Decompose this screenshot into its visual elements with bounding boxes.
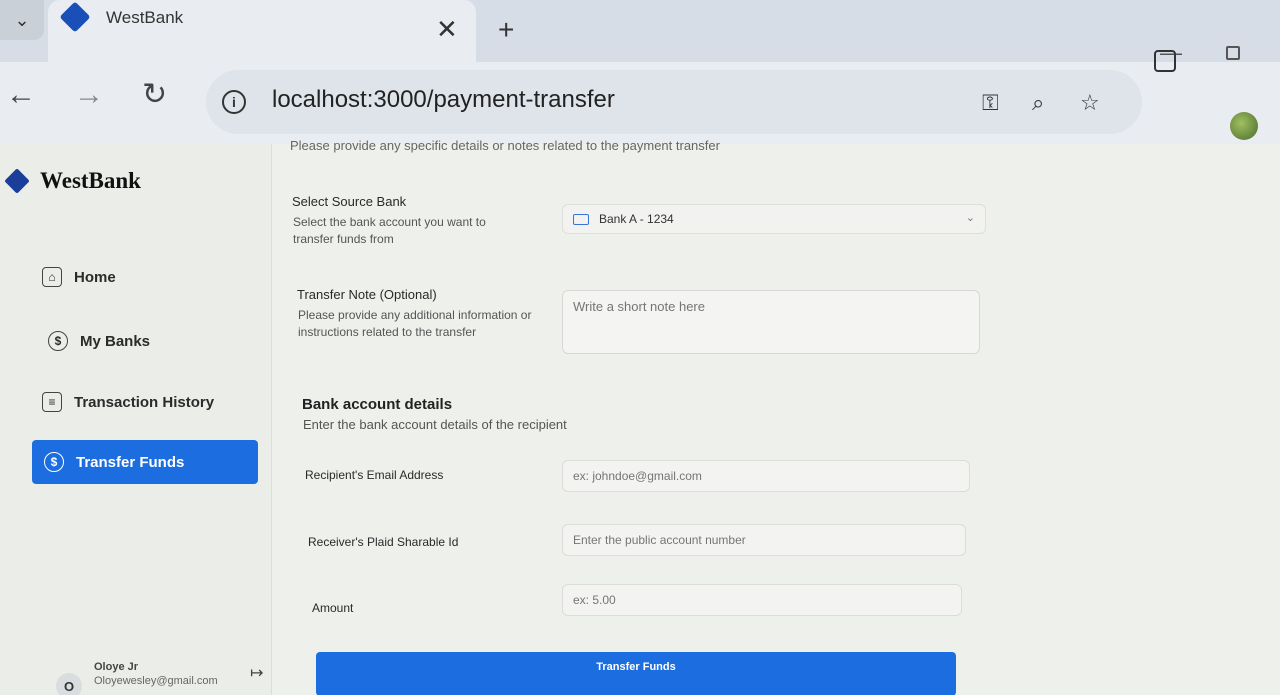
transfer-funds-button[interactable]: Transfer Funds bbox=[316, 652, 956, 695]
payment-transfer-form: Please provide any specific details or n… bbox=[272, 138, 1280, 695]
site-info-icon[interactable]: i bbox=[222, 90, 246, 114]
sidebar-brand[interactable]: WestBank bbox=[4, 168, 141, 194]
transfer-note-textarea[interactable] bbox=[562, 290, 980, 354]
reload-icon[interactable]: ↻ bbox=[142, 80, 167, 110]
bookmark-star-icon[interactable]: ☆ bbox=[1080, 90, 1100, 116]
browser-tab[interactable]: WestBank ✕ bbox=[48, 0, 476, 62]
home-icon: ⌂ bbox=[42, 267, 62, 287]
sidebar-item-label: Home bbox=[74, 268, 116, 286]
password-key-icon[interactable]: ⚿ bbox=[982, 90, 999, 116]
back-arrow-icon[interactable]: ← bbox=[6, 80, 36, 110]
close-tab-icon[interactable]: ✕ bbox=[436, 16, 458, 42]
new-tab-icon[interactable]: + bbox=[498, 16, 514, 44]
tab-title: WestBank bbox=[106, 8, 184, 27]
sidebar-item-home[interactable]: ⌂ Home bbox=[30, 254, 256, 300]
westbank-logo-icon bbox=[4, 168, 30, 194]
transfer-note-help: Please provide any additional informatio… bbox=[298, 308, 532, 339]
bank-details-subtitle: Enter the bank account details of the re… bbox=[303, 417, 567, 432]
amount-label: Amount bbox=[312, 601, 354, 615]
westbank-favicon-icon bbox=[59, 1, 91, 33]
user-name: Oloye Jr bbox=[94, 661, 139, 673]
amount-input[interactable] bbox=[562, 584, 962, 616]
sidebar-item-my-banks[interactable]: $ My Banks bbox=[36, 318, 262, 364]
source-bank-selected-value: Bank A - 1234 bbox=[599, 212, 674, 226]
forward-arrow-icon[interactable]: → bbox=[74, 80, 104, 110]
zoom-icon[interactable]: ⌕ bbox=[1032, 90, 1044, 116]
receipt-icon: ≡ bbox=[42, 392, 62, 412]
address-bar[interactable]: i localhost:3000/payment-transfer ⚿ ⌕ ☆ bbox=[206, 70, 1142, 134]
url-text[interactable]: localhost:3000/payment-transfer bbox=[272, 86, 615, 114]
source-bank-select[interactable]: Bank A - 1234 ⌄ bbox=[562, 204, 986, 234]
browser-toolbar: ← → ↻ i localhost:3000/payment-transfer … bbox=[0, 62, 1280, 144]
transfer-note-label: Transfer Note (Optional) bbox=[297, 287, 437, 302]
sidebar-item-label: Transfer Funds bbox=[76, 453, 185, 471]
restore-window-icon[interactable] bbox=[1226, 46, 1240, 60]
source-bank-help: Select the bank account you want to tran… bbox=[293, 215, 486, 246]
app-root: WestBank ⌂ Home $ My Banks ≡ Transaction… bbox=[0, 138, 1280, 695]
recipient-email-input[interactable] bbox=[562, 460, 970, 492]
credit-card-icon bbox=[573, 213, 589, 225]
brand-name: WestBank bbox=[40, 168, 141, 193]
sidebar-item-transfer-funds[interactable]: $ Transfer Funds bbox=[32, 440, 258, 484]
dollar-icon: $ bbox=[48, 331, 68, 351]
plaid-sharable-id-input[interactable] bbox=[562, 524, 966, 556]
browser-tabstrip: ⌄ WestBank ✕ + — bbox=[0, 0, 1280, 65]
sidebar-user-footer: O Oloye Jr Oloyewesley@gmail.com ↦ bbox=[56, 649, 272, 695]
sidebar: WestBank ⌂ Home $ My Banks ≡ Transaction… bbox=[0, 144, 272, 695]
sidebar-item-label: Transaction History bbox=[74, 393, 215, 411]
source-bank-label: Select Source Bank bbox=[292, 194, 407, 209]
user-email: Oloyewesley@gmail.com bbox=[94, 675, 218, 687]
tab-search-chevron-icon[interactable]: ⌄ bbox=[0, 0, 44, 40]
extensions-puzzle-icon[interactable] bbox=[1154, 50, 1176, 72]
transfer-money-icon: $ bbox=[44, 452, 64, 472]
user-avatar: O bbox=[56, 673, 82, 695]
sidebar-item-transaction-history[interactable]: ≡ Transaction History bbox=[30, 379, 256, 425]
chevron-down-icon: ⌄ bbox=[965, 212, 975, 224]
sidebar-item-label: My Banks bbox=[80, 332, 151, 350]
logout-icon[interactable]: ↦ bbox=[250, 663, 263, 683]
profile-avatar[interactable] bbox=[1230, 112, 1258, 140]
cut-off-help-text: Please provide any specific details or n… bbox=[290, 138, 720, 153]
plaid-id-label: Receiver's Plaid Sharable Id bbox=[308, 535, 459, 549]
recipient-email-label: Recipient's Email Address bbox=[305, 468, 444, 482]
bank-details-title: Bank account details bbox=[302, 396, 453, 413]
